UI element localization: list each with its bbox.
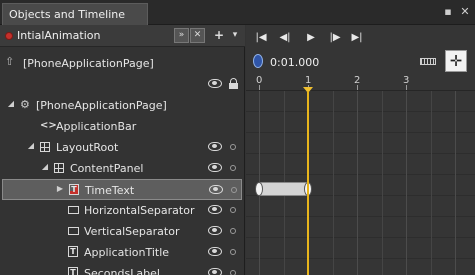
zoom-fit-icon[interactable]: ✛ — [445, 50, 467, 72]
page-icon: ⚙ — [20, 98, 30, 111]
tree-item[interactable]: ◢ ⚙ [PhoneApplicationPage] — [0, 95, 245, 116]
storyboard-name[interactable]: IntialAnimation — [17, 29, 100, 42]
visibility-header — [0, 77, 245, 91]
track-row[interactable] — [246, 154, 475, 175]
code-brackets-icon: <> — [40, 120, 57, 131]
collapsed-arrow-icon[interactable]: ▶ — [55, 184, 65, 193]
lock-toggle-dot[interactable] — [230, 270, 236, 275]
ruler-tick — [406, 85, 407, 90]
play-icon[interactable]: ▶ — [304, 31, 318, 45]
lock-toggle-dot[interactable] — [230, 228, 236, 234]
lock-toggle-dot[interactable] — [230, 165, 236, 171]
grid-line — [357, 91, 358, 275]
track-row[interactable] — [246, 112, 475, 133]
track-row[interactable] — [246, 133, 475, 154]
transport-controls: |◀ ◀| ▶ |▶ ▶| — [246, 25, 475, 51]
grid-icon — [40, 142, 50, 152]
grid-line — [381, 91, 383, 275]
current-time[interactable]: 0:01.000 — [270, 56, 319, 69]
eye-icon[interactable] — [208, 79, 222, 88]
objects-panel: IntialAnimation » ✕ + ▾ ⇧ [PhoneApplicat… — [0, 25, 245, 275]
lock-toggle-dot[interactable] — [230, 144, 236, 150]
ruler-tick — [259, 85, 260, 90]
rectangle-icon — [68, 206, 79, 214]
close-icon[interactable]: ✕ — [458, 5, 472, 19]
scope-label: [PhoneApplicationPage] — [23, 57, 154, 70]
panel-title-bar: Objects and Timeline ▪ ✕ — [0, 0, 475, 25]
snapping-icon[interactable] — [420, 58, 436, 65]
textblock-record-icon: T — [69, 184, 79, 195]
textblock-icon: T — [68, 267, 78, 275]
storyboard-menu-button[interactable]: ▾ — [228, 28, 242, 43]
eye-icon[interactable] — [208, 268, 222, 275]
tree-item-label: [PhoneApplicationPage] — [36, 99, 167, 112]
expanded-arrow-icon[interactable]: ◢ — [26, 141, 36, 150]
storyboard-options-button[interactable]: » — [174, 28, 189, 43]
add-storyboard-button[interactable]: + — [212, 28, 226, 43]
lock-toggle-dot[interactable] — [231, 187, 237, 193]
tree-item[interactable]: ▶ T TimeText — [2, 179, 242, 200]
eye-icon[interactable] — [208, 226, 222, 235]
tree-item-label: HorizontalSeparator — [84, 204, 195, 217]
expanded-arrow-icon[interactable]: ◢ — [6, 99, 16, 108]
scope-row[interactable]: ⇧ [PhoneApplicationPage] — [0, 55, 245, 71]
tree-item-label: LayoutRoot — [56, 141, 119, 154]
record-icon — [5, 32, 13, 40]
track-row[interactable] — [246, 259, 475, 275]
eye-icon[interactable] — [208, 247, 222, 256]
track-row[interactable] — [246, 217, 475, 238]
scope-up-icon[interactable]: ⇧ — [5, 55, 14, 68]
tab-objects-and-timeline[interactable]: Objects and Timeline — [2, 3, 148, 25]
tree-item[interactable]: T SecondsLabel — [0, 263, 245, 275]
track-row[interactable] — [246, 196, 475, 217]
storyboard-bar: IntialAnimation » ✕ + ▾ — [0, 25, 245, 47]
track-row[interactable] — [246, 91, 475, 112]
tree-item-label: VerticalSeparator — [84, 225, 180, 238]
track-row[interactable] — [246, 238, 475, 259]
expanded-arrow-icon[interactable]: ◢ — [40, 162, 50, 171]
previous-frame-icon[interactable]: ◀| — [278, 31, 292, 45]
grid-line — [455, 91, 456, 275]
playhead[interactable] — [307, 91, 309, 275]
ruler-tick — [357, 85, 358, 90]
tree-item-label: ContentPanel — [70, 162, 144, 175]
go-to-end-icon[interactable]: ▶| — [350, 31, 364, 45]
time-ruler[interactable]: 0123 — [246, 73, 475, 91]
eye-icon[interactable] — [208, 142, 222, 151]
grid-line — [332, 91, 334, 275]
grid-line — [406, 91, 407, 275]
lock-toggle-dot[interactable] — [230, 249, 236, 255]
keyframe-start[interactable] — [255, 182, 263, 196]
tree-item[interactable]: ◢ LayoutRoot — [0, 137, 245, 158]
eye-icon[interactable] — [208, 163, 222, 172]
rectangle-icon — [68, 227, 79, 235]
record-keyframe-icon[interactable] — [253, 54, 263, 68]
tree-item[interactable]: T ApplicationTitle — [0, 242, 245, 263]
lock-toggle-dot[interactable] — [230, 207, 236, 213]
close-storyboard-button[interactable]: ✕ — [190, 28, 205, 43]
lock-icon[interactable] — [229, 78, 238, 89]
grid-icon — [54, 163, 64, 173]
tree-item-label: ApplicationTitle — [84, 246, 170, 259]
grid-line — [430, 91, 432, 275]
pin-icon[interactable]: ▪ — [441, 5, 455, 19]
next-frame-icon[interactable]: |▶ — [328, 31, 342, 45]
textblock-icon: T — [68, 246, 78, 257]
time-bar: 0:01.000 ✛ — [246, 50, 475, 73]
tree-item[interactable]: <> ApplicationBar — [0, 116, 245, 137]
go-to-start-icon[interactable]: |◀ — [254, 31, 268, 45]
tree-item-label: TimeText — [85, 184, 135, 197]
tree-item[interactable]: ◢ ContentPanel — [0, 158, 245, 179]
tree-item[interactable]: HorizontalSeparator — [0, 200, 245, 221]
tree-item-label: SecondsLabel — [84, 267, 160, 275]
timeline-panel: |◀ ◀| ▶ |▶ ▶| 0:01.000 ✛ 0123 — [246, 25, 475, 275]
eye-icon[interactable] — [209, 185, 223, 194]
eye-icon[interactable] — [208, 205, 222, 214]
tree-item-label: ApplicationBar — [56, 120, 137, 133]
animation-duration-bar[interactable] — [259, 182, 308, 196]
tree-item[interactable]: VerticalSeparator — [0, 221, 245, 242]
